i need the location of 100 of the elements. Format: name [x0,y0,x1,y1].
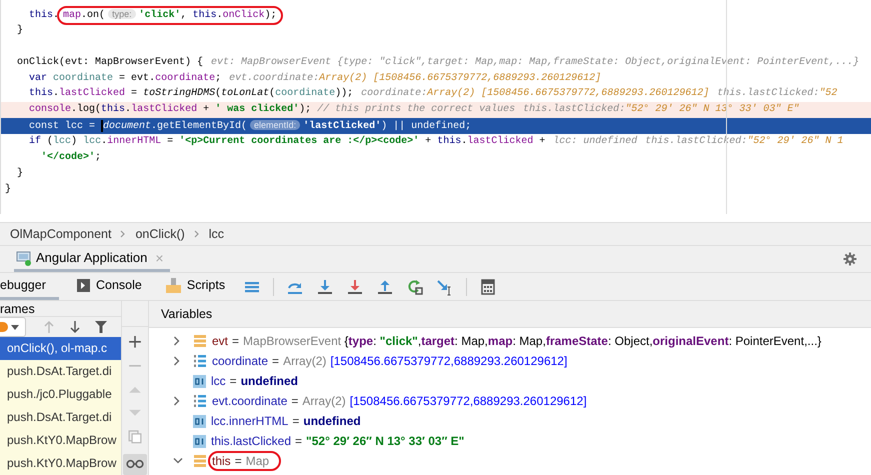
variable-entry[interactable]: lcc = undefined [211,374,298,388]
code-token: ( [46,136,54,148]
code-token: this [28,10,54,21]
variable-entry[interactable]: lcc.innerHTML = undefined [211,414,361,428]
code-token: lastClicked [59,88,126,100]
code-token: .getElementById( [151,121,248,132]
thread-dropdown[interactable] [0,317,26,337]
inline-value-hint: evt: MapBrowserEvent {type: "click",target: Map,map: Map,frameState: Object,originalEvent: PointerEvent,...} [211,56,860,68]
code-token: 'lastClicked' [303,121,382,132]
code-token: lastClicked [131,104,198,116]
code-token: document [103,121,152,132]
code-token: onClick(evt: MapBrowserEvent) { [16,56,204,68]
inline-value-hint: "52 [819,88,838,100]
panel-title: rames [0,302,35,316]
settings-icon[interactable] [843,252,857,266]
code-token: . [125,104,132,116]
code-token: coordinate [52,72,114,84]
code-token: .on( [81,10,106,21]
code-token: coordinate [275,88,336,100]
glasses-button[interactable] [123,454,147,475]
code-token: coordinate [155,72,216,84]
stack-frame[interactable]: push.KtY0.MapBrow [0,452,121,475]
inline-value-hint: lcc: undefined [553,136,638,148]
breadcrumb-item[interactable]: onClick() [135,227,185,241]
script-file-icon [166,278,181,292]
code-token: toStringHDMS [142,88,216,100]
code-token: this [28,88,54,100]
inline-value-hint: "52° 29′ 26″ N 1 [747,136,844,148]
array-icon [193,354,207,368]
inline-value-hint: this.lastClicked: [717,88,820,100]
code-token: 'click' [138,10,181,21]
code-token: = [118,72,126,84]
arrow-down-icon[interactable] [68,320,82,334]
code-token: + [424,136,432,148]
breadcrumb-item[interactable]: OlMapComponent [10,227,112,241]
code-token: ) [71,136,78,148]
primitive-icon [193,374,206,388]
code-token: + [538,136,546,148]
array-icon [193,394,207,408]
inline-value-hint: coordinate: [361,88,428,100]
evaluate-icon[interactable] [479,278,498,296]
stack-frame[interactable]: push./jc0.Pluggable [0,383,121,406]
annotated-variable[interactable]: this = Map [208,451,282,471]
inline-value-hint: Array(2) [1508456.6675379772,6889293.260129612] [319,72,602,84]
code-token: . [149,72,156,84]
add-icon[interactable] [128,335,142,349]
code-token: evt [130,72,150,84]
debug-tab[interactable]: Console [71,273,148,300]
code-token: this [436,136,462,148]
inline-value-hint: this.lastClicked: [523,104,626,116]
chevron-icon [120,230,126,238]
chevron-icon [194,230,200,238]
code-token: lcc [53,136,72,148]
step-out-icon[interactable] [376,278,394,296]
code-token: } [16,168,24,179]
code-token: , [180,10,188,21]
variable-entry[interactable]: evt = MapBrowserEvent {type: "click",target: Map,map: Map,frameState: Object,originalEvent: PointerEvent,...} [212,334,822,348]
code-token: '<p>Current coordinates are :</p><code>' [178,136,420,148]
code-token: .log( [71,104,102,116]
stack-frame[interactable]: push.DsAt.Target.di [0,360,121,383]
inline-value-hint: this.lastClicked: [645,136,748,148]
parameter-hint: elementId: [250,120,300,130]
code-token: ); [299,104,312,116]
code-token: ; [95,152,102,164]
monitor-icon [16,250,32,266]
force-step-into-icon[interactable] [346,278,364,296]
code-token: ( [215,88,222,100]
inline-value-hint: evt.coordinate: [229,72,320,84]
panel-title: Variables [161,307,212,321]
step-into-icon[interactable] [316,278,334,296]
breadcrumb-item[interactable]: lcc [208,227,224,241]
caret-icon [11,324,19,330]
code-token: ( [269,88,276,100]
primitive-icon [193,434,206,448]
code-token: if [28,136,42,148]
code-token: } [5,184,12,195]
code-token: ) || undefined; [381,121,472,132]
stack-frame[interactable]: onClick(), ol-map.c [0,337,121,360]
code-token: } [16,24,24,36]
code-token: this [192,10,217,21]
inline-value-hint: Array(2) [1508456.6675379772,6889293.260129612] [427,88,710,100]
code-token: onClick [222,10,265,21]
filter-icon[interactable] [94,320,108,334]
code-token: = [166,136,174,148]
restart-frame-icon[interactable] [406,278,424,296]
code-editor[interactable] [0,0,871,214]
debug-tab[interactable]: Scripts [160,273,232,300]
object-icon [193,334,207,348]
code-token: . [461,136,468,148]
variable-entry[interactable]: this.lastClicked = "52° 29′ 26″ N 13° 33′ 03″ E" [211,434,464,448]
stack-frame[interactable]: push.DsAt.Target.di [0,406,121,429]
code-token: ; [215,72,222,84]
stack-frame[interactable]: push.KtY0.MapBrow [0,429,121,452]
code-token: lcc [82,136,102,148]
variable-entry[interactable]: coordinate = Array(2) [1508456.6675379772,6889293.260129612] [212,354,568,368]
code-token: console [28,104,72,116]
code-token: )); [335,88,354,100]
code-token: . [53,88,60,100]
code-token: = [130,88,138,100]
variable-entry[interactable]: evt.coordinate = Array(2) [1508456.6675379772,6889293.260129612] [212,394,587,408]
